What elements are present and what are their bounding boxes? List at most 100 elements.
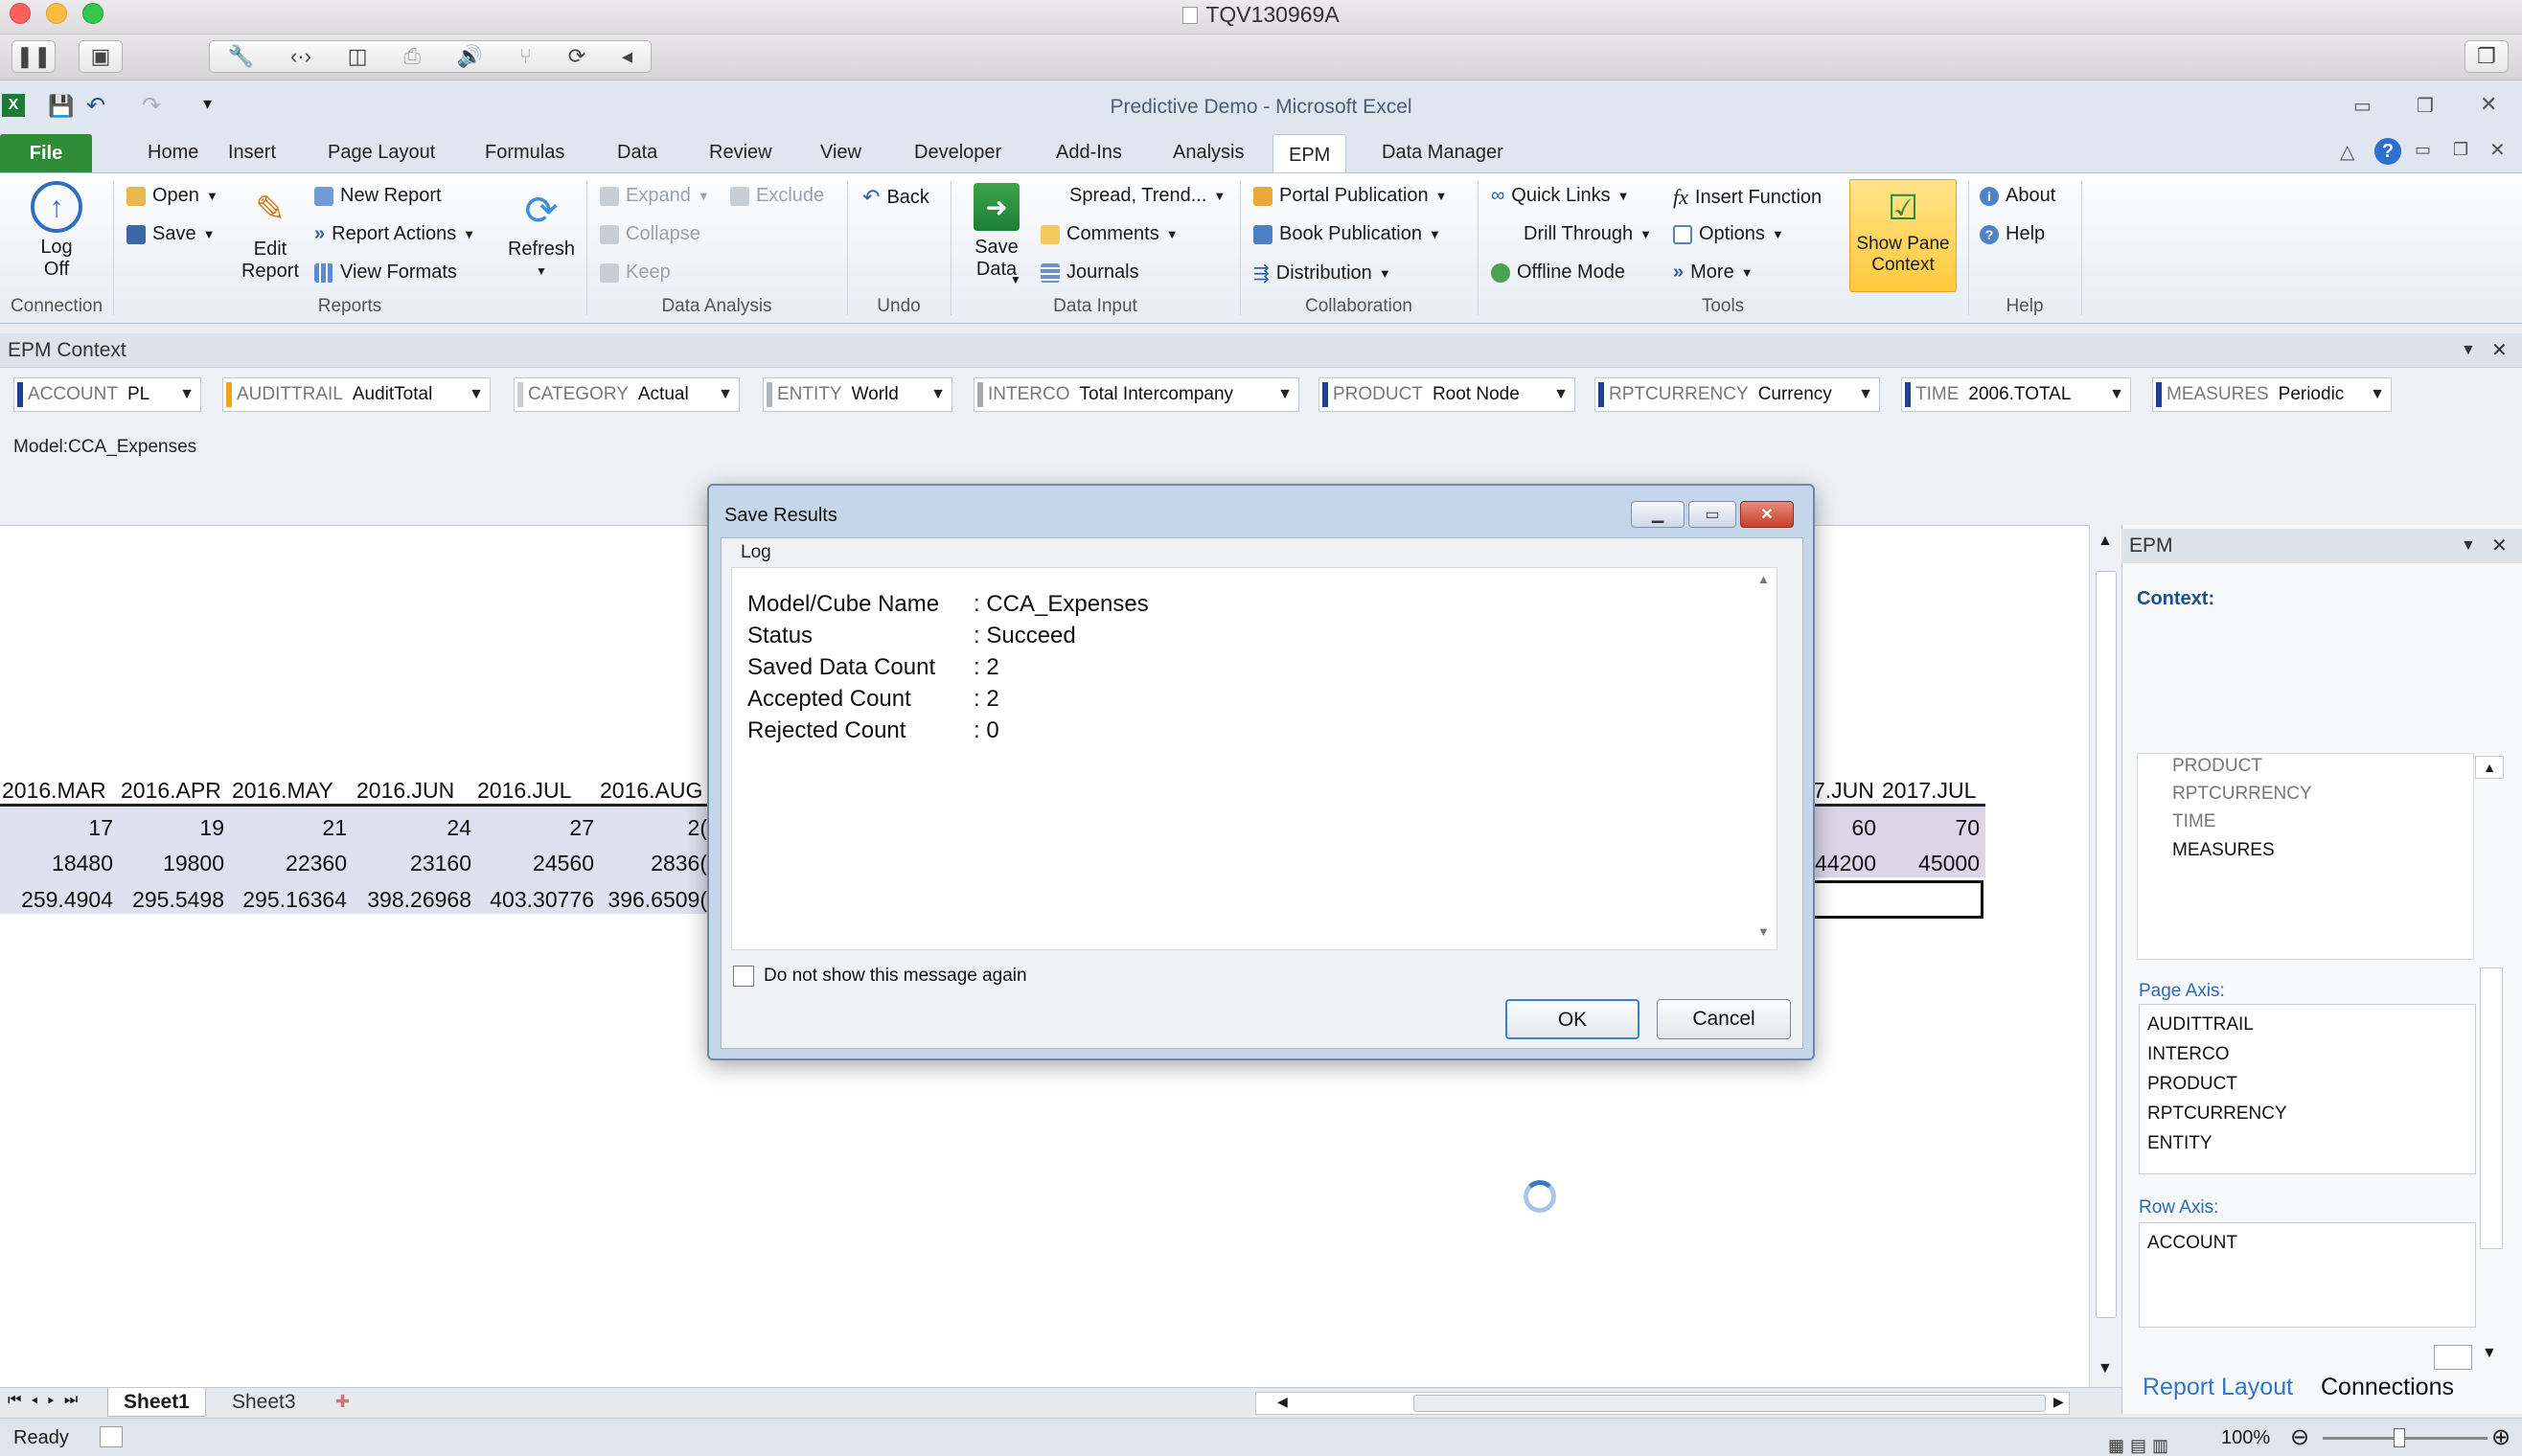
scroll-thumb[interactable] bbox=[2096, 571, 2117, 1318]
table-cell[interactable]: 17 bbox=[88, 815, 113, 841]
table-cell[interactable]: 23160 bbox=[410, 851, 471, 876]
list-item[interactable]: MEASURES bbox=[2172, 840, 2275, 861]
portal-publication-button[interactable]: Portal Publication ▼ bbox=[1253, 185, 1448, 207]
options-button[interactable]: Options ▼ bbox=[1673, 223, 1784, 245]
tab-insert[interactable]: Insert bbox=[213, 132, 291, 172]
sheet-tab-sheet1[interactable]: Sheet1 bbox=[107, 1388, 206, 1417]
tab-file[interactable]: File bbox=[0, 134, 92, 172]
dont-show-again[interactable]: Do not show this message again bbox=[733, 966, 1027, 987]
printer-icon[interactable]: ⎙ bbox=[403, 44, 421, 69]
table-cell[interactable]: 19800 bbox=[163, 851, 224, 876]
page-axis-list[interactable]: AUDITTRAIL INTERCO PRODUCT RPTCURRENCY E… bbox=[2139, 1004, 2476, 1174]
disk-icon[interactable]: ◫ bbox=[348, 44, 368, 69]
table-cell[interactable]: 396.6509( bbox=[608, 887, 707, 913]
snapshot-icon[interactable]: ▣ bbox=[79, 40, 123, 73]
chevron-down-icon[interactable]: ▼ bbox=[2098, 1360, 2113, 1377]
open-button[interactable]: Open ▼ bbox=[126, 185, 218, 207]
chevron-left-icon[interactable]: ◂ bbox=[622, 44, 632, 69]
dim-audittrail-dropdown[interactable]: AUDITTRAIL AuditTotal ▼ bbox=[222, 377, 491, 412]
list-item[interactable]: INTERCO bbox=[2147, 1044, 2230, 1065]
dim-product-dropdown[interactable]: PRODUCT Root Node ▼ bbox=[1318, 377, 1575, 412]
chevron-up-icon[interactable]: ▲ bbox=[2475, 756, 2504, 779]
tab-review[interactable]: Review bbox=[694, 132, 788, 172]
tab-page-layout[interactable]: Page Layout bbox=[312, 132, 450, 172]
exclude-button[interactable]: Exclude bbox=[730, 185, 824, 207]
list-item[interactable]: ACCOUNT bbox=[2147, 1233, 2237, 1254]
table-cell[interactable]: 70 bbox=[1955, 815, 1980, 841]
tab-connections[interactable]: Connections bbox=[2321, 1374, 2454, 1401]
back-button[interactable]: ↶ Back bbox=[862, 185, 929, 210]
edit-report-button[interactable]: ✎ Edit Report bbox=[234, 187, 307, 283]
pane-dropdown-icon[interactable] bbox=[2434, 1345, 2472, 1370]
chevron-up-icon[interactable]: ▲ bbox=[1757, 572, 1770, 586]
zoom-slider[interactable] bbox=[2323, 1437, 2488, 1440]
wrench-icon[interactable]: 🔧 bbox=[228, 44, 254, 69]
tab-epm[interactable]: EPM bbox=[1272, 134, 1347, 174]
insert-function-button[interactable]: fx Insert Function bbox=[1673, 185, 1822, 210]
chevron-down-icon[interactable]: ▼ bbox=[2461, 529, 2476, 563]
list-item[interactable]: ENTITY bbox=[2147, 1133, 2212, 1154]
report-actions-button[interactable]: » Report Actions ▼ bbox=[314, 223, 475, 245]
table-cell[interactable]: 2( bbox=[688, 815, 707, 841]
chevron-up-icon[interactable]: ▲ bbox=[2098, 533, 2113, 550]
comments-button[interactable]: Comments ▼ bbox=[1041, 223, 1179, 245]
dim-time-dropdown[interactable]: TIME 2006.TOTAL ▼ bbox=[1901, 377, 2131, 412]
table-cell[interactable]: 403.30776 bbox=[490, 887, 594, 913]
tab-analysis[interactable]: Analysis bbox=[1158, 132, 1259, 172]
dialog-close-icon[interactable]: ✕ bbox=[1740, 501, 1794, 528]
journals-button[interactable]: Journals bbox=[1041, 262, 1139, 284]
distribution-button[interactable]: ⇶ Distribution ▼ bbox=[1253, 262, 1391, 285]
list-item[interactable]: PRODUCT bbox=[2172, 756, 2262, 777]
about-button[interactable]: i About bbox=[1980, 185, 2055, 207]
offline-mode-button[interactable]: Offline Mode bbox=[1491, 262, 1625, 284]
chevron-left-icon[interactable]: ◀ bbox=[1277, 1394, 1288, 1410]
workbook-close-icon[interactable]: ✕ bbox=[2489, 138, 2506, 162]
collapse-button[interactable]: Collapse bbox=[600, 223, 700, 245]
table-cell[interactable]: 60 bbox=[1851, 815, 1876, 841]
help-icon[interactable]: ? bbox=[2374, 138, 2401, 165]
sheet-tab-sheet3[interactable]: Sheet3 bbox=[218, 1388, 310, 1417]
tab-view[interactable]: View bbox=[805, 132, 877, 172]
log-off-button[interactable]: ↑ Log Off bbox=[13, 181, 100, 281]
table-cell[interactable]: 398.26968 bbox=[367, 887, 471, 913]
table-cell[interactable]: 19 bbox=[199, 815, 224, 841]
table-cell[interactable]: 259.4904 bbox=[21, 887, 113, 913]
chevron-down-icon[interactable]: ▼ bbox=[1757, 924, 1770, 939]
table-cell[interactable]: 18480 bbox=[52, 851, 113, 876]
table-cell[interactable]: 24560 bbox=[533, 851, 594, 876]
dim-account-dropdown[interactable]: ACCOUNT PL ▼ bbox=[13, 377, 201, 412]
tab-report-layout[interactable]: Report Layout bbox=[2143, 1374, 2293, 1401]
list-item[interactable]: TIME bbox=[2172, 811, 2215, 832]
drill-through-button[interactable]: Drill Through ▼ bbox=[1524, 223, 1652, 245]
log-textbox[interactable]: Model/Cube Name: CCA_Expenses Status: Su… bbox=[731, 567, 1777, 950]
dim-category-dropdown[interactable]: CATEGORY Actual ▼ bbox=[514, 377, 740, 412]
table-cell[interactable]: 27 bbox=[569, 815, 594, 841]
save-data-button[interactable]: ➜ Save Data bbox=[960, 183, 1033, 281]
tab-developer[interactable]: Developer bbox=[899, 132, 1017, 172]
table-cell[interactable]: 21 bbox=[322, 815, 347, 841]
chevron-down-icon[interactable]: ▼ bbox=[2461, 333, 2476, 368]
list-item[interactable]: RPTCURRENCY bbox=[2172, 784, 2312, 805]
sheet-nav-icon[interactable]: ⏮◂▸⏭ bbox=[8, 1392, 87, 1409]
dont-show-checkbox[interactable] bbox=[733, 966, 754, 987]
window-mode-icon[interactable]: ❐ bbox=[2465, 40, 2509, 73]
help-button[interactable]: ? Help bbox=[1980, 223, 2045, 245]
tab-add-ins[interactable]: Add-Ins bbox=[1041, 132, 1137, 172]
chevron-down-icon[interactable]: ▼ bbox=[2482, 1345, 2497, 1362]
more-button[interactable]: » More ▼ bbox=[1673, 262, 1754, 284]
save-report-button[interactable]: Save ▼ bbox=[126, 223, 215, 245]
code-icon[interactable]: ‹·› bbox=[290, 44, 311, 69]
refresh-button[interactable]: ⟳ Refresh ▼ bbox=[498, 187, 585, 283]
tab-data[interactable]: Data bbox=[602, 132, 673, 172]
tab-formulas[interactable]: Formulas bbox=[470, 132, 580, 172]
cancel-button[interactable]: Cancel bbox=[1657, 999, 1791, 1039]
dim-rptcurrency-dropdown[interactable]: RPTCURRENCY Currency ▼ bbox=[1594, 377, 1880, 412]
list-item[interactable]: AUDITTRAIL bbox=[2147, 1014, 2254, 1035]
new-sheet-icon[interactable]: ✚ bbox=[335, 1392, 350, 1412]
zoom-out-icon[interactable]: ⊖ bbox=[2290, 1419, 2309, 1456]
spread-trend-button[interactable]: Spread, Trend... ▼ bbox=[1069, 185, 1226, 207]
zoom-slider-handle[interactable] bbox=[2394, 1428, 2405, 1447]
table-cell[interactable]: 24 bbox=[447, 815, 471, 841]
view-formats-button[interactable]: View Formats bbox=[314, 262, 457, 284]
quick-links-button[interactable]: ∞ Quick Links ▼ bbox=[1491, 185, 1630, 207]
